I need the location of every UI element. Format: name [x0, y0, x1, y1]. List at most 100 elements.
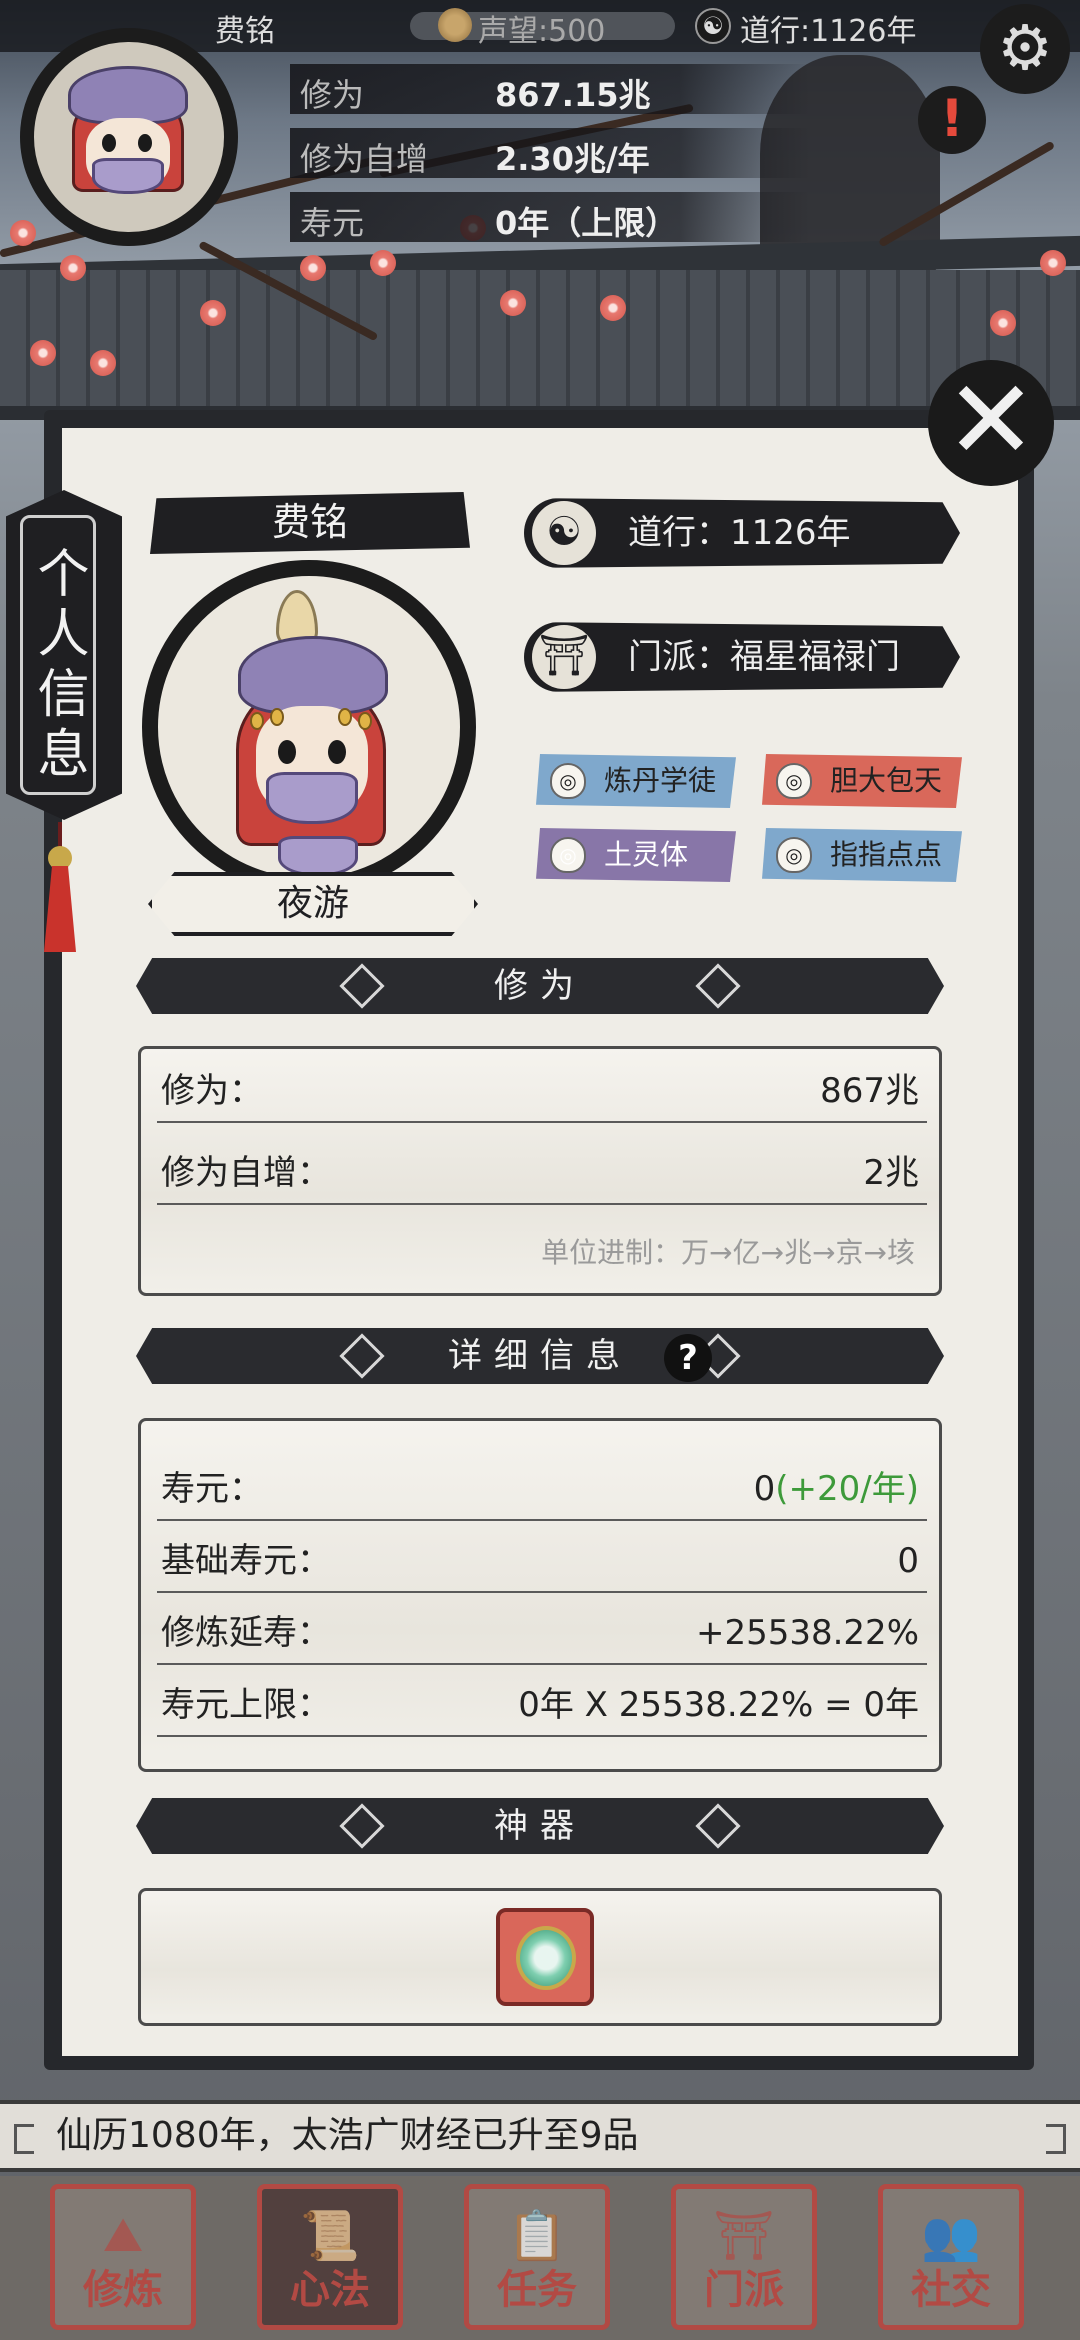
info-row: 基础寿元： 0: [157, 1529, 927, 1593]
blossom: [370, 250, 396, 276]
info-row: 修为自增： 2兆: [157, 1141, 927, 1205]
sect-pill[interactable]: ⛩ 门派：福星福禄门: [524, 622, 960, 692]
jade-mirror-icon[interactable]: [496, 1908, 594, 2006]
help-icon[interactable]: ?: [664, 1334, 712, 1382]
info-row: 寿元上限： 0年 X 25538.22% = 0年: [157, 1673, 927, 1737]
nav-label: 修炼: [83, 2267, 163, 2313]
trait-badge[interactable]: ◎ 炼丹学徒: [536, 754, 736, 808]
row-label: 寿元：: [161, 1469, 263, 1509]
diamond-ornament: [339, 1333, 385, 1379]
pouch-icon: ◎: [550, 837, 586, 873]
nav-label: 门派: [704, 2267, 784, 2313]
blossom: [300, 255, 326, 281]
row-value: 0: [897, 1541, 919, 1581]
fame-icon: [438, 8, 472, 42]
stat-value: 2.30兆/年: [495, 140, 650, 178]
news-ticker: 仙历1080年，太浩广财经已升至9品: [0, 2100, 1080, 2172]
row-label: 修炼延寿：: [161, 1613, 331, 1653]
character-title: 夜游: [148, 872, 478, 936]
nav-label: 心法: [290, 2267, 370, 2313]
info-row: 修炼延寿： +25538.22%: [157, 1601, 927, 1665]
ticker-cap: [14, 2124, 34, 2154]
stat-lifespan: 寿元 0年（上限）: [290, 192, 810, 242]
info-row: 寿元： 0(+20/年): [157, 1457, 927, 1521]
diamond-ornament: [695, 1803, 741, 1849]
ticker-text: 仙历1080年，太浩广财经已升至9品: [56, 2115, 639, 2156]
blossom: [200, 300, 226, 326]
trait-badge[interactable]: ◎ 胆大包天: [762, 754, 962, 808]
stat-value: 0年（上限）: [495, 204, 678, 242]
nav-label: 社交: [911, 2267, 991, 2313]
blossom: [90, 350, 116, 376]
character-figure: [158, 576, 460, 878]
trait-badge[interactable]: ◎ 土灵体: [536, 828, 736, 882]
row-value: 867兆: [820, 1071, 919, 1111]
cultivation-box: 修为： 867兆 修为自增： 2兆 单位进制：万→亿→兆→京→垓: [138, 1046, 942, 1296]
close-button[interactable]: ✕: [928, 360, 1054, 486]
stat-cultivation-rate: 修为自增 2.30兆/年: [290, 128, 810, 178]
pouch-icon: ◎: [776, 763, 812, 799]
details-box: 寿元： 0(+20/年) 基础寿元： 0 修炼延寿： +25538.22% 寿元…: [138, 1418, 942, 1772]
row-label: 修为自增：: [161, 1153, 331, 1193]
alert-icon[interactable]: !: [918, 86, 986, 154]
trait-label: 土灵体: [604, 838, 689, 871]
section-title: 修为: [494, 966, 586, 1006]
sect-text: 门派：福星福禄门: [628, 637, 900, 677]
player-name: 费铭: [215, 14, 275, 49]
nav-sect[interactable]: ⛩ 门派: [671, 2184, 817, 2330]
nav-social[interactable]: 👥 社交: [878, 2184, 1024, 2330]
nav-label: 任务: [497, 2267, 577, 2313]
pouch-icon: ◎: [776, 837, 812, 873]
row-value: 0(+20/年): [754, 1457, 919, 1521]
blossom: [500, 290, 526, 316]
row-value: 0年 X 25538.22% = 0年: [518, 1685, 919, 1725]
section-header-details: 详细信息: [136, 1328, 944, 1384]
trait-label: 胆大包天: [830, 764, 943, 797]
info-row: 修为： 867兆: [157, 1059, 927, 1123]
section-header-cultivation: 修为: [136, 958, 944, 1014]
trait-badge[interactable]: ◎ 指指点点: [762, 828, 962, 882]
blossom: [990, 310, 1016, 336]
row-label: 基础寿元：: [161, 1541, 331, 1581]
stat-label: 修为自增: [300, 140, 429, 178]
pouch-icon: ◎: [550, 763, 586, 799]
diamond-ornament: [695, 963, 741, 1009]
unit-note: 单位进制：万→亿→兆→京→垓: [541, 1236, 915, 1269]
blossom: [600, 295, 626, 321]
blossom: [30, 340, 56, 366]
lifespan-gain: (+20/年): [775, 1469, 919, 1509]
stat-value: 867.15兆: [495, 76, 651, 114]
stat-cultivation: 修为 867.15兆: [290, 64, 810, 114]
blossom: [10, 220, 36, 246]
character-portrait-large: [142, 560, 476, 894]
nav-heart-method[interactable]: 📜 心法: [257, 2184, 403, 2330]
nav-cultivate[interactable]: ⛰ 修炼: [50, 2184, 196, 2330]
row-value: 2兆: [863, 1153, 919, 1193]
mirror-gem: [516, 1926, 576, 1990]
trait-label: 炼丹学徒: [604, 764, 717, 797]
daoxing-text: 道行：1126年: [628, 513, 851, 553]
stat-label: 修为: [300, 76, 365, 114]
diamond-ornament: [339, 963, 385, 1009]
daoxing-value: 道行:1126年: [740, 14, 917, 49]
ticker-cap: [1046, 2124, 1066, 2154]
character-portrait: [34, 42, 224, 232]
yin-yang-icon: ☯: [695, 8, 731, 44]
people-icon: 👥: [921, 2208, 981, 2264]
scroll-icon: 📜: [300, 2208, 360, 2264]
gear-icon[interactable]: ⚙: [980, 4, 1070, 94]
diamond-ornament: [339, 1803, 385, 1849]
row-value: +25538.22%: [695, 1613, 919, 1653]
avatar[interactable]: [20, 28, 238, 246]
daoxing-pill: ☯ 道行：1126年: [524, 498, 960, 568]
fame-value: 声望:500: [478, 14, 606, 49]
temple-icon: ⛩: [532, 625, 596, 689]
blossom: [60, 255, 86, 281]
character-name: 费铭: [150, 492, 470, 554]
section-title: 详细信息: [448, 1336, 632, 1376]
blossom: [1040, 250, 1066, 276]
side-tab-label[interactable]: 个人信息: [20, 515, 96, 795]
roof-tiles: [0, 270, 1080, 420]
lifespan-value: 0: [753, 1469, 776, 1509]
nav-tasks[interactable]: 📋 任务: [464, 2184, 610, 2330]
